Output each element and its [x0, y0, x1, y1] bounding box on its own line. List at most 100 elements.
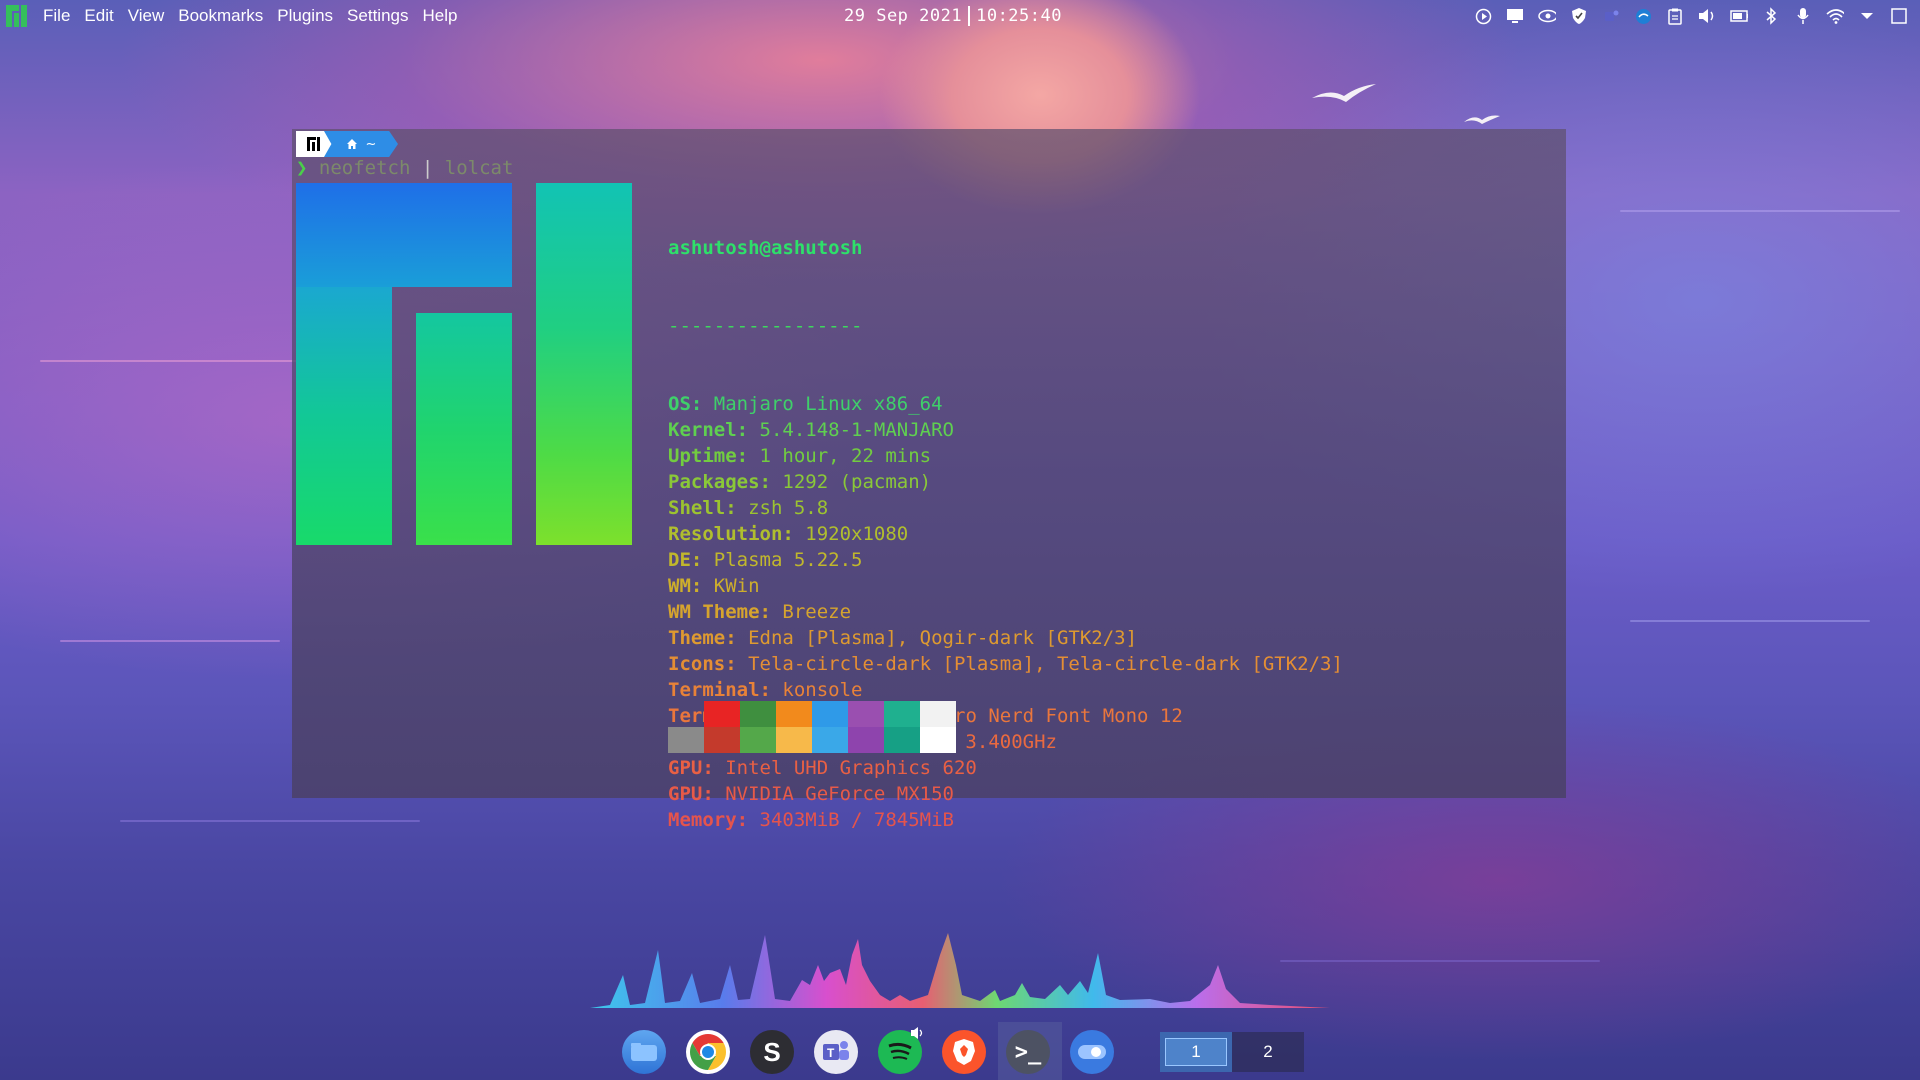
battery-icon[interactable] — [1730, 7, 1748, 25]
desktop-2[interactable]: 2 — [1232, 1032, 1304, 1072]
info-line: GPU: Intel UHD Graphics 620 — [668, 757, 977, 779]
desktop-1[interactable]: 1 — [1160, 1032, 1232, 1072]
volume-icon[interactable] — [1698, 7, 1716, 25]
command2-text: lolcat — [444, 157, 514, 179]
info-line: Kernel: 5.4.148-1-MANJARO — [668, 419, 954, 441]
info-line: Memory: 3403MiB / 7845MiB — [668, 809, 954, 831]
info-label: Shell — [668, 497, 726, 519]
prompt-dir-text: ~ — [365, 136, 377, 152]
palette-swatch — [776, 727, 812, 753]
clock-time: 10:25:40 — [976, 6, 1062, 26]
menu-settings[interactable]: Settings — [340, 6, 415, 26]
prompt-segments: ~ — [296, 131, 398, 157]
info-line: Uptime: 1 hour, 22 mins — [668, 445, 932, 467]
clock-separator — [968, 6, 971, 26]
home-icon — [346, 139, 357, 149]
eye-icon[interactable] — [1538, 7, 1556, 25]
simplenote-icon[interactable]: S — [750, 1030, 794, 1074]
menu-plugins[interactable]: Plugins — [270, 6, 340, 26]
info-value: konsole — [782, 679, 863, 701]
info-line: Shell: zsh 5.8 — [668, 497, 829, 519]
teams-tray-icon[interactable] — [1602, 7, 1620, 25]
microphone-icon[interactable] — [1794, 7, 1812, 25]
menu-edit[interactable]: Edit — [77, 6, 120, 26]
palette-swatch — [812, 727, 848, 753]
browser-tray-icon[interactable] — [1634, 7, 1652, 25]
spotify-playing-icon — [911, 1027, 923, 1039]
menu-view[interactable]: View — [121, 6, 172, 26]
info-value: zsh 5.8 — [748, 497, 829, 519]
konsole-icon[interactable]: >_ — [1006, 1030, 1050, 1074]
manjaro-logo-icon[interactable] — [6, 5, 28, 27]
user-host: ashutosh@ashutosh — [668, 237, 863, 259]
palette-swatch — [884, 727, 920, 753]
palette-swatch — [668, 727, 704, 753]
info-label: WM Theme — [668, 601, 760, 623]
info-value: 1 hour, 22 mins — [759, 445, 932, 467]
info-value: 3403MiB / 7845MiB — [759, 809, 954, 831]
palette-swatch — [920, 727, 956, 753]
audio-visualizer — [590, 933, 1330, 1008]
info-separator: ----------------- — [668, 315, 863, 337]
palette-swatch — [740, 727, 776, 753]
info-value: KWin — [713, 575, 760, 597]
info-label: Terminal — [668, 679, 760, 701]
top-panel: File Edit View Bookmarks Plugins Setting… — [0, 0, 1920, 32]
menu-help[interactable]: Help — [415, 6, 464, 26]
info-line: Theme: Edna [Plasma], Qogir-dark [GTK2/3… — [668, 627, 1138, 649]
palette-swatch — [884, 701, 920, 727]
info-line: GPU: NVIDIA GeForce MX150 — [668, 783, 954, 805]
clipboard-icon[interactable] — [1666, 7, 1684, 25]
info-value: 5.4.148-1-MANJARO — [759, 419, 954, 441]
info-label: Uptime — [668, 445, 737, 467]
menu-file[interactable]: File — [36, 6, 77, 26]
color-palette — [668, 701, 956, 753]
palette-swatch — [920, 701, 956, 727]
info-label: GPU — [668, 783, 703, 805]
info-value: 1920x1080 — [805, 523, 909, 545]
media-player-icon[interactable] — [1474, 7, 1492, 25]
info-label: Icons — [668, 653, 726, 675]
info-line: Icons: Tela-circle-dark [Plasma], Tela-c… — [668, 653, 1343, 675]
menu-bookmarks[interactable]: Bookmarks — [171, 6, 270, 26]
info-line: OS: Manjaro Linux x86_64 — [668, 393, 943, 415]
info-label: Kernel — [668, 419, 737, 441]
show-desktop-icon[interactable] — [1890, 7, 1908, 25]
wifi-icon[interactable] — [1826, 7, 1844, 25]
info-line: WM: KWin — [668, 575, 760, 597]
info-label: WM — [668, 575, 691, 597]
prompt-directory: ~ — [324, 131, 398, 157]
info-value: Manjaro Linux x86_64 — [713, 393, 943, 415]
brave-icon[interactable] — [942, 1030, 986, 1074]
info-value: Breeze — [782, 601, 852, 623]
info-value: Intel UHD Graphics 620 — [725, 757, 977, 779]
teams-icon[interactable]: T — [814, 1030, 858, 1074]
chrome-icon[interactable] — [686, 1030, 730, 1074]
system-tray — [1474, 0, 1908, 32]
info-line: Resolution: 1920x1080 — [668, 523, 909, 545]
toggle-app-icon[interactable] — [1070, 1030, 1114, 1074]
info-label: DE — [668, 549, 691, 571]
info-label: GPU — [668, 757, 703, 779]
display-icon[interactable] — [1506, 7, 1524, 25]
palette-swatch — [848, 727, 884, 753]
info-value: 1292 (pacman) — [782, 471, 932, 493]
palette-swatch — [848, 701, 884, 727]
bluetooth-icon[interactable] — [1762, 7, 1780, 25]
shield-icon[interactable] — [1570, 7, 1588, 25]
clock-date: 29 Sep 2021 — [844, 6, 963, 26]
info-line: Packages: 1292 (pacman) — [668, 471, 932, 493]
neofetch-info: ashutosh@ashutosh ----------------- OS: … — [668, 183, 1343, 859]
palette-swatch — [668, 701, 704, 727]
bird-decoration — [1464, 115, 1500, 124]
dolphin-icon[interactable] — [622, 1030, 666, 1074]
command-line[interactable]: ❯ neofetch | lolcat — [296, 157, 513, 179]
palette-swatch — [704, 727, 740, 753]
desktop-1-label: 1 — [1165, 1038, 1227, 1066]
expand-arrow-icon[interactable] — [1858, 7, 1876, 25]
svg-text:T: T — [827, 1046, 835, 1060]
clock[interactable]: 29 Sep 2021 10:25:40 — [844, 0, 1062, 32]
info-value: Tela-circle-dark [Plasma], Tela-circle-d… — [748, 653, 1343, 675]
info-label: Resolution — [668, 523, 783, 545]
pipe-text: | — [421, 157, 434, 179]
